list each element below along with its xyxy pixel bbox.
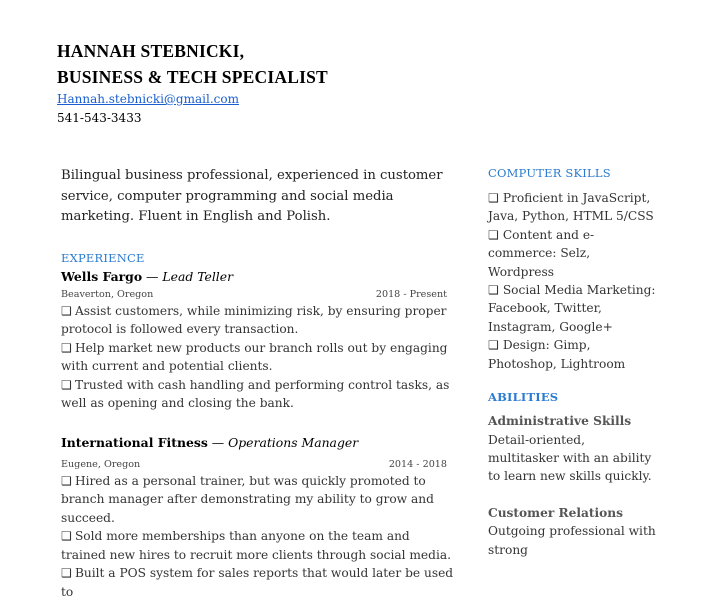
ability-name: Administrative Skills — [488, 412, 658, 431]
resume-header: HANNAH STEBNICKI, BUSINESS & TECH SPECIA… — [57, 38, 328, 128]
job-location: Beaverton, Oregon — [61, 288, 153, 302]
checkbox-bullet-icon: ❑ — [61, 304, 72, 318]
checkbox-bullet-icon: ❑ — [61, 474, 72, 488]
job-header: International Fitness — Operations Manag… — [61, 434, 456, 452]
sidebar-column: COMPUTER SKILLS ❑ Proficient in JavaScri… — [488, 166, 658, 559]
email-link[interactable]: Hannah.stebnicki@gmail.com — [57, 90, 328, 108]
job-bullet: ❑Sold more memberships than anyone on th… — [61, 527, 456, 564]
skill-item: ❑ Content and e-commerce: Selz, Wordpres… — [488, 226, 658, 281]
job-meta: Beaverton, Oregon 2018 - Present — [61, 288, 447, 302]
job-separator: — — [208, 435, 228, 450]
skill-item: ❑ Design: Gimp, Photoshop, Lightroom — [488, 336, 658, 373]
job-dates: 2014 - 2018 — [389, 458, 447, 472]
name-line-1: HANNAH STEBNICKI, — [57, 38, 328, 64]
name-line-2: BUSINESS & TECH SPECIALIST — [57, 64, 328, 90]
abilities-title: ABILITIES — [488, 390, 658, 404]
job-location: Eugene, Oregon — [61, 458, 140, 472]
job-bullet: ❑Help market new products our branch rol… — [61, 339, 456, 376]
job-bullet: ❑Hired as a personal trainer, but was qu… — [61, 472, 456, 528]
main-column: Bilingual business professional, experie… — [61, 166, 456, 601]
job-bullet: ❑Trusted with cash handling and performi… — [61, 376, 456, 413]
checkbox-bullet-icon: ❑ — [61, 566, 72, 580]
checkbox-bullet-icon: ❑ — [61, 529, 72, 543]
skill-item: ❑ Social Media Marketing: Facebook, Twit… — [488, 281, 658, 336]
job-role: Lead Teller — [162, 269, 233, 284]
job-bullet: ❑Assist customers, while minimizing risk… — [61, 302, 456, 339]
checkbox-bullet-icon: ❑ — [488, 228, 499, 242]
job-meta: Eugene, Oregon 2014 - 2018 — [61, 458, 447, 472]
checkbox-bullet-icon: ❑ — [488, 338, 499, 352]
checkbox-bullet-icon: ❑ — [61, 341, 72, 355]
job-company: International Fitness — [61, 435, 208, 450]
job-entry: Wells Fargo — Lead Teller Beaverton, Ore… — [61, 268, 456, 413]
job-header: Wells Fargo — Lead Teller — [61, 268, 456, 286]
checkbox-bullet-icon: ❑ — [61, 378, 72, 392]
experience-title: EXPERIENCE — [61, 251, 456, 265]
job-entry: International Fitness — Operations Manag… — [61, 434, 456, 601]
skill-item: ❑ Proficient in JavaScript, Java, Python… — [488, 189, 658, 226]
ability-desc: Detail-oriented, multitasker with an abi… — [488, 431, 658, 486]
phone-number: 541-543-3433 — [57, 108, 328, 128]
job-separator: — — [142, 269, 162, 284]
ability-name: Customer Relations — [488, 504, 658, 523]
job-company: Wells Fargo — [61, 269, 142, 284]
job-bullet: ❑Built a POS system for sales reports th… — [61, 564, 456, 601]
checkbox-bullet-icon: ❑ — [488, 191, 499, 205]
computer-skills-title: COMPUTER SKILLS — [488, 166, 658, 180]
ability-desc: Outgoing professional with strong — [488, 522, 658, 559]
job-role: Operations Manager — [228, 435, 358, 450]
job-dates: 2018 - Present — [376, 288, 447, 302]
checkbox-bullet-icon: ❑ — [488, 283, 499, 297]
summary: Bilingual business professional, experie… — [61, 166, 456, 228]
